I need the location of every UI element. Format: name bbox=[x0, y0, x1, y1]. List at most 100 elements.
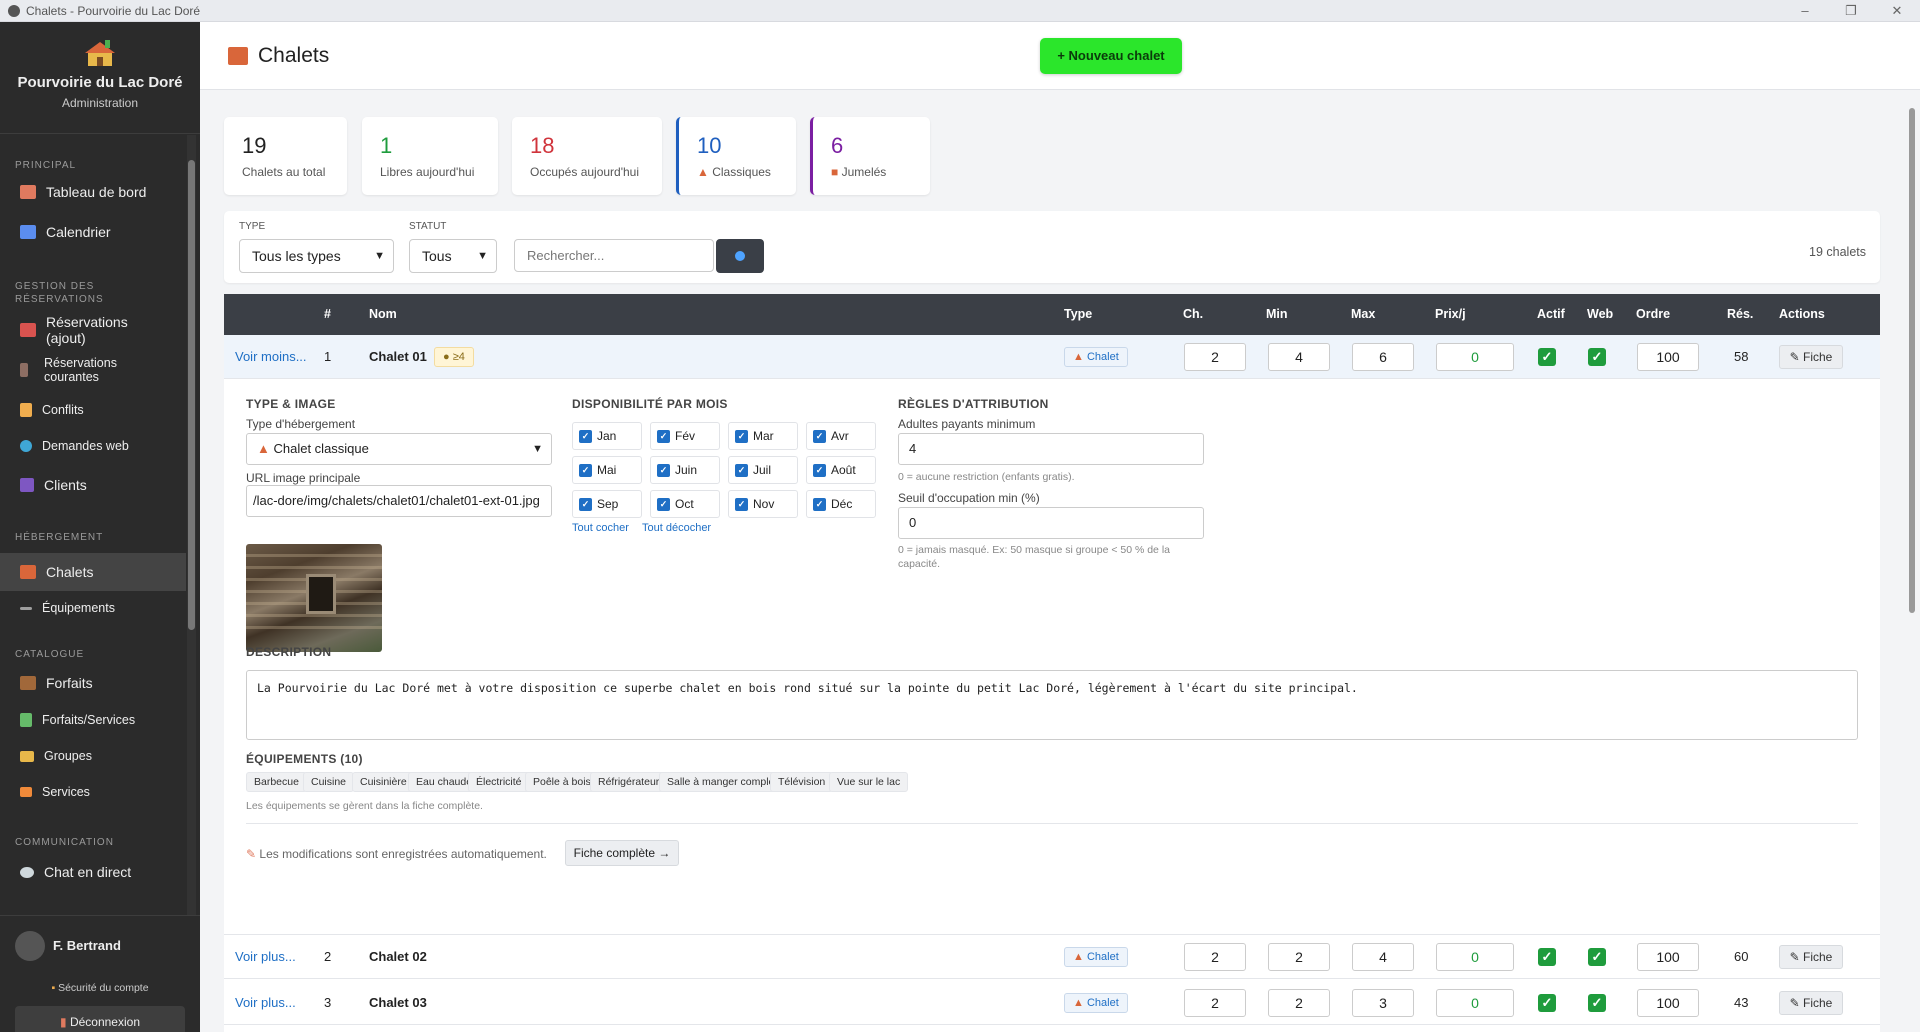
sidebar-item-reservations-courantes[interactable]: Réservations courantes bbox=[0, 353, 186, 387]
brand-name: Pourvoirie du Lac Doré bbox=[17, 74, 183, 91]
check-all-link[interactable]: Tout cocher bbox=[572, 522, 629, 534]
type-badge-label: Chalet bbox=[1086, 951, 1119, 963]
prix-input[interactable]: 0 bbox=[1436, 989, 1514, 1017]
month-checkbox-mar[interactable]: ✓ Mar bbox=[728, 422, 798, 450]
sidebar-item-chat[interactable]: Chat en direct bbox=[0, 857, 186, 887]
month-checkbox-oct[interactable]: ✓ Oct bbox=[650, 490, 720, 518]
fiche-button[interactable]: ✎ Fiche bbox=[1779, 991, 1843, 1015]
toggle-details-link[interactable]: Voir plus... bbox=[235, 995, 296, 1010]
month-checkbox-mai[interactable]: ✓ Mai bbox=[572, 456, 642, 484]
sidebar-scrollbar[interactable] bbox=[187, 135, 196, 915]
house-icon: ▲ bbox=[1073, 951, 1087, 963]
max-input[interactable]: 4 bbox=[1352, 943, 1414, 971]
search-input[interactable]: Rechercher... bbox=[514, 239, 714, 272]
min-input[interactable]: 2 bbox=[1268, 989, 1330, 1017]
sidebar-item-chalets[interactable]: Chalets bbox=[0, 553, 186, 591]
type-filter-select[interactable]: Tous les types ▼ bbox=[239, 239, 394, 273]
sidebar-item-calendrier[interactable]: Calendrier bbox=[0, 217, 186, 247]
sidebar-item-clients[interactable]: Clients bbox=[0, 471, 186, 499]
table-row: Voir moins... 1 Chalet 01 ● ≥4 ▲ Chalet … bbox=[224, 335, 1880, 379]
logout-button[interactable]: ▮ Déconnexion bbox=[15, 1006, 185, 1032]
section-gestion: GESTION DES RÉSERVATIONS bbox=[15, 281, 104, 305]
toggle-details-link[interactable]: Voir plus... bbox=[235, 949, 296, 964]
close-icon[interactable]: ✕ bbox=[1874, 0, 1920, 22]
month-checkbox-juin[interactable]: ✓ Juin bbox=[650, 456, 720, 484]
chambres-input[interactable]: 2 bbox=[1184, 943, 1246, 971]
row-number: 3 bbox=[324, 995, 332, 1010]
month-checkbox-nov[interactable]: ✓ Nov bbox=[728, 490, 798, 518]
sidebar-item-conflits[interactable]: Conflits bbox=[0, 397, 186, 423]
month-label: Juil bbox=[753, 463, 772, 477]
statut-filter-select[interactable]: Tous ▼ bbox=[409, 239, 497, 273]
section-hebergement: HÉBERGEMENT bbox=[15, 532, 104, 543]
actif-checkbox[interactable]: ✓ bbox=[1538, 948, 1556, 966]
min-input[interactable]: 2 bbox=[1268, 943, 1330, 971]
month-checkbox-fev[interactable]: ✓ Fév bbox=[650, 422, 720, 450]
sidebar-item-demandes-web[interactable]: Demandes web bbox=[0, 433, 186, 459]
sidebar-item-groupes[interactable]: Groupes bbox=[0, 743, 186, 769]
actif-checkbox[interactable]: ✓ bbox=[1538, 348, 1556, 366]
web-checkbox[interactable]: ✓ bbox=[1588, 994, 1606, 1012]
sidebar-item-tableau[interactable]: Tableau de bord bbox=[0, 177, 186, 207]
max-input[interactable]: 3 bbox=[1352, 989, 1414, 1017]
chalet-name: Chalet 02 bbox=[369, 949, 427, 964]
col-nom[interactable]: Nom bbox=[369, 307, 397, 321]
col-type[interactable]: Type bbox=[1064, 307, 1092, 321]
sidebar-item-forfaits-services[interactable]: Forfaits/Services bbox=[0, 707, 186, 733]
maximize-icon[interactable]: ❐ bbox=[1828, 0, 1874, 22]
search-button[interactable] bbox=[716, 239, 764, 273]
users-icon bbox=[20, 478, 34, 492]
month-checkbox-dec[interactable]: ✓ Déc bbox=[806, 490, 876, 518]
fiche-button[interactable]: ✎ Fiche bbox=[1779, 345, 1843, 369]
toggle-details-link[interactable]: Voir moins... bbox=[235, 349, 307, 364]
minimize-icon[interactable]: – bbox=[1782, 0, 1828, 22]
image-url-input[interactable]: /lac-dore/img/chalets/chalet01/chalet01-… bbox=[246, 485, 552, 517]
col-prix: Prix/j bbox=[1435, 307, 1466, 321]
equipment-chip: Électricité bbox=[468, 772, 530, 792]
chalet-photo[interactable] bbox=[246, 544, 382, 652]
web-checkbox[interactable]: ✓ bbox=[1588, 948, 1606, 966]
type-hebergement-select[interactable]: ▲ Chalet classique ▼ bbox=[246, 433, 552, 465]
stat-value: 19 bbox=[242, 133, 267, 158]
ordre-input[interactable]: 100 bbox=[1637, 943, 1699, 971]
dispo-heading: DISPONIBILITÉ PAR MOIS bbox=[572, 397, 728, 411]
new-chalet-button[interactable]: + Nouveau chalet bbox=[1040, 38, 1182, 74]
actif-checkbox[interactable]: ✓ bbox=[1538, 994, 1556, 1012]
max-input[interactable]: 6 bbox=[1352, 343, 1414, 371]
autosave-text: Les modifications sont enregistrées auto… bbox=[259, 847, 547, 861]
seuil-input[interactable]: 0 bbox=[898, 507, 1204, 539]
page-scrollbar[interactable] bbox=[1906, 94, 1918, 1032]
sidebar-item-reservations-ajout[interactable]: Réservations (ajout) bbox=[0, 314, 186, 346]
description-textarea[interactable]: La Pourvoirie du Lac Doré met à votre di… bbox=[246, 670, 1858, 740]
ordre-input[interactable]: 100 bbox=[1637, 989, 1699, 1017]
prix-input[interactable]: 0 bbox=[1436, 943, 1514, 971]
adultes-min-input[interactable]: 4 bbox=[898, 433, 1204, 465]
month-label: Mai bbox=[597, 463, 617, 477]
avatar[interactable] bbox=[15, 931, 45, 961]
chambres-input[interactable]: 2 bbox=[1184, 989, 1246, 1017]
month-checkbox-jan[interactable]: ✓ Jan bbox=[572, 422, 642, 450]
ordre-input[interactable]: 100 bbox=[1637, 343, 1699, 371]
fiche-button[interactable]: ✎ Fiche bbox=[1779, 945, 1843, 969]
cabin-logo-icon bbox=[85, 40, 115, 68]
min-input[interactable]: 4 bbox=[1268, 343, 1330, 371]
month-checkbox-aout[interactable]: ✓ Août bbox=[806, 456, 876, 484]
chambres-input[interactable]: 2 bbox=[1184, 343, 1246, 371]
type-filter-value: Tous les types bbox=[252, 248, 341, 264]
house-icon: ▲ bbox=[257, 441, 274, 456]
sidebar-item-forfaits[interactable]: Forfaits bbox=[0, 669, 186, 697]
web-checkbox[interactable]: ✓ bbox=[1588, 348, 1606, 366]
month-checkbox-sep[interactable]: ✓ Sep bbox=[572, 490, 642, 518]
sidebar-item-equipements[interactable]: Équipements bbox=[0, 595, 186, 621]
month-checkbox-avr[interactable]: ✓ Avr bbox=[806, 422, 876, 450]
table-row: Voir plus... 3 Chalet 03 ▲ Chalet 2 2 3 … bbox=[224, 981, 1880, 1025]
prix-input[interactable]: 0 bbox=[1436, 343, 1514, 371]
type-badge-label: Chalet bbox=[1086, 351, 1119, 363]
sidebar-item-label: Clients bbox=[44, 477, 87, 493]
sidebar-item-label: Réservations (ajout) bbox=[46, 314, 128, 346]
uncheck-all-link[interactable]: Tout décocher bbox=[642, 522, 711, 534]
fiche-complete-button[interactable]: Fiche complète → bbox=[565, 840, 679, 866]
month-checkbox-juil[interactable]: ✓ Juil bbox=[728, 456, 798, 484]
account-security-link[interactable]: ▪ Sécurité du compte bbox=[0, 982, 200, 994]
sidebar-item-services[interactable]: Services bbox=[0, 779, 186, 805]
